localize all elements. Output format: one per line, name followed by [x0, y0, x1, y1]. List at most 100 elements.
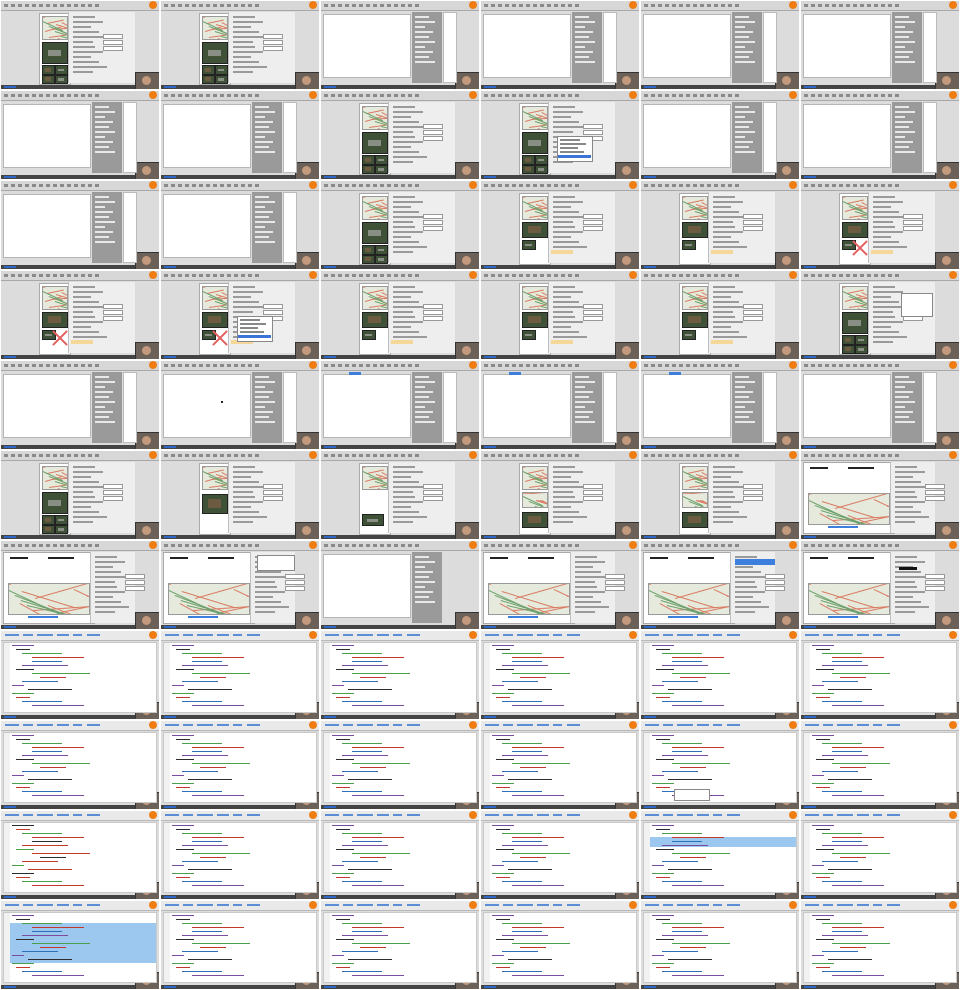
toolbar-button-icon[interactable] [255, 274, 259, 277]
toolbar-button-icon[interactable] [178, 4, 182, 7]
toolbar-button-icon[interactable] [25, 544, 29, 547]
toolbar-button-icon[interactable] [39, 274, 43, 277]
toolbar-button-icon[interactable] [331, 544, 335, 547]
panel-input-field[interactable] [903, 220, 923, 225]
panel-input-field[interactable] [583, 214, 603, 219]
toolbar-button-icon[interactable] [575, 94, 579, 97]
toolbar-button-icon[interactable] [575, 364, 579, 367]
toolbar-button-icon[interactable] [255, 4, 259, 7]
toolbar-button-icon[interactable] [519, 274, 523, 277]
toolbar-button-icon[interactable] [53, 544, 57, 547]
toolbar-button-icon[interactable] [735, 184, 739, 187]
panel-input-field[interactable] [103, 316, 123, 321]
toolbar-button-icon[interactable] [74, 94, 78, 97]
toolbar-button-icon[interactable] [359, 184, 363, 187]
screenshot-thumbnail[interactable] [641, 901, 799, 989]
toolbar-button-icon[interactable] [359, 94, 363, 97]
toolbar-button-icon[interactable] [164, 184, 168, 187]
toolbar-button-icon[interactable] [227, 454, 231, 457]
panel-input-field[interactable] [903, 226, 923, 231]
screenshot-thumbnail[interactable] [481, 181, 639, 269]
toolbar-button-icon[interactable] [220, 4, 224, 7]
toolbar-button-icon[interactable] [811, 274, 815, 277]
toolbar-button-icon[interactable] [679, 454, 683, 457]
toolbar-button-icon[interactable] [359, 454, 363, 457]
toolbar-button-icon[interactable] [338, 94, 342, 97]
toolbar-button-icon[interactable] [575, 184, 579, 187]
panel-input-field[interactable] [103, 34, 123, 39]
toolbar-button-icon[interactable] [359, 364, 363, 367]
toolbar-button-icon[interactable] [387, 274, 391, 277]
toolbar-button-icon[interactable] [345, 184, 349, 187]
toolbar-button-icon[interactable] [220, 364, 224, 367]
toolbar-button-icon[interactable] [88, 94, 92, 97]
panel-input-field[interactable] [103, 46, 123, 51]
toolbar-button-icon[interactable] [700, 94, 704, 97]
toolbar-button-icon[interactable] [728, 544, 732, 547]
toolbar-button-icon[interactable] [46, 274, 50, 277]
toolbar-button-icon[interactable] [651, 184, 655, 187]
toolbar-button-icon[interactable] [178, 94, 182, 97]
toolbar-button-icon[interactable] [860, 274, 864, 277]
toolbar-button-icon[interactable] [192, 274, 196, 277]
toolbar-button-icon[interactable] [540, 184, 544, 187]
toolbar-button-icon[interactable] [220, 94, 224, 97]
active-tab-highlight[interactable] [509, 372, 521, 375]
screenshot-thumbnail[interactable] [1, 901, 159, 989]
panel-input-field[interactable] [765, 580, 785, 585]
toolbar-button-icon[interactable] [874, 94, 878, 97]
screenshot-thumbnail[interactable] [1, 451, 159, 539]
panel-input-field[interactable] [925, 586, 945, 591]
toolbar-button-icon[interactable] [46, 364, 50, 367]
toolbar-button-icon[interactable] [512, 184, 516, 187]
toolbar-button-icon[interactable] [686, 274, 690, 277]
toolbar-button-icon[interactable] [227, 94, 231, 97]
toolbar-button-icon[interactable] [74, 454, 78, 457]
toolbar-button-icon[interactable] [686, 544, 690, 547]
screenshot-thumbnail[interactable] [801, 91, 959, 179]
toolbar-button-icon[interactable] [853, 184, 857, 187]
screenshot-thumbnail[interactable] [161, 91, 319, 179]
toolbar-button-icon[interactable] [185, 274, 189, 277]
screenshot-thumbnail[interactable] [641, 361, 799, 449]
toolbar-button-icon[interactable] [53, 364, 57, 367]
toolbar-button-icon[interactable] [25, 4, 29, 7]
toolbar-button-icon[interactable] [679, 544, 683, 547]
toolbar-button-icon[interactable] [707, 364, 711, 367]
toolbar-button-icon[interactable] [888, 274, 892, 277]
toolbar-button-icon[interactable] [32, 4, 36, 7]
toolbar-button-icon[interactable] [192, 364, 196, 367]
toolbar-button-icon[interactable] [818, 454, 822, 457]
toolbar-button-icon[interactable] [658, 544, 662, 547]
screenshot-thumbnail[interactable] [161, 631, 319, 719]
toolbar-button-icon[interactable] [644, 274, 648, 277]
toolbar-button-icon[interactable] [199, 544, 203, 547]
toolbar-button-icon[interactable] [804, 4, 808, 7]
toolbar-button-icon[interactable] [714, 184, 718, 187]
toolbar-button-icon[interactable] [60, 364, 64, 367]
toolbar-button-icon[interactable] [213, 544, 217, 547]
toolbar-button-icon[interactable] [825, 94, 829, 97]
toolbar-button-icon[interactable] [554, 4, 558, 7]
toolbar-button-icon[interactable] [804, 454, 808, 457]
toolbar-button-icon[interactable] [811, 364, 815, 367]
toolbar-button-icon[interactable] [874, 184, 878, 187]
toolbar-button-icon[interactable] [714, 94, 718, 97]
toolbar-button-icon[interactable] [53, 454, 57, 457]
toolbar-button-icon[interactable] [338, 544, 342, 547]
screenshot-thumbnail[interactable] [161, 451, 319, 539]
toolbar-button-icon[interactable] [672, 4, 676, 7]
toolbar-button-icon[interactable] [324, 4, 328, 7]
panel-input-field[interactable] [743, 220, 763, 225]
toolbar-button-icon[interactable] [81, 94, 85, 97]
toolbar-button-icon[interactable] [39, 454, 43, 457]
toolbar-button-icon[interactable] [651, 4, 655, 7]
toolbar-button-icon[interactable] [867, 544, 871, 547]
screenshot-thumbnail[interactable] [481, 721, 639, 809]
screenshot-thumbnail[interactable] [1, 91, 159, 179]
toolbar-button-icon[interactable] [498, 4, 502, 7]
toolbar-button-icon[interactable] [526, 4, 530, 7]
toolbar-button-icon[interactable] [672, 274, 676, 277]
toolbar-button-icon[interactable] [672, 364, 676, 367]
panel-input-field[interactable] [583, 130, 603, 135]
